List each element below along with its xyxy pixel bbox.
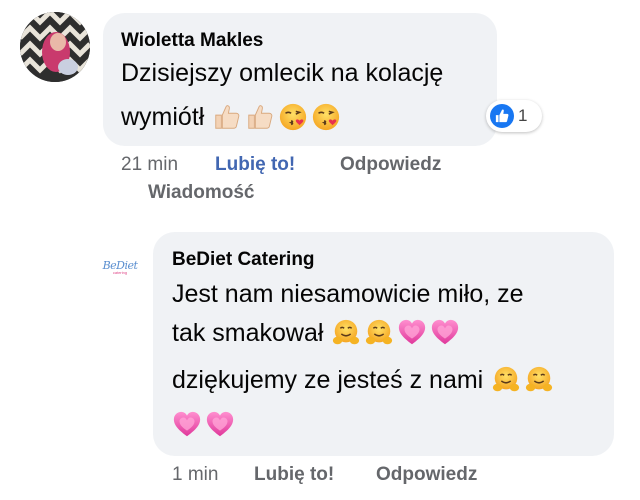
pink-heart-icon [172, 410, 202, 440]
kissing-face-heart-icon [311, 102, 341, 132]
reaction-badge[interactable]: 1 [486, 100, 542, 132]
page-avatar[interactable]: BeDiet catering [100, 255, 140, 279]
comment-text: tak smakował [172, 318, 324, 347]
comment-text-line: Dzisiejszy omlecik na kolację [121, 59, 444, 87]
pink-heart-icon [205, 410, 235, 440]
reply-link[interactable]: Odpowiedz [340, 154, 441, 176]
comment-author[interactable]: Wioletta Makles [121, 30, 263, 52]
comment-text: wymiótł [121, 102, 205, 131]
message-link[interactable]: Wiadomość [148, 182, 254, 204]
reply-link[interactable]: Odpowiedz [376, 464, 477, 486]
emoji-group [331, 318, 460, 348]
comment-text-line: tak smakował [172, 318, 460, 348]
like-link[interactable]: Lubię to! [215, 154, 295, 176]
comment-text-line: dziękujemy ze jesteś z nami [172, 365, 554, 395]
like-icon [490, 104, 514, 128]
thumbs-up-light-icon [245, 102, 275, 132]
kissing-face-heart-icon [278, 102, 308, 132]
comment-text-line: wymiótł [121, 102, 341, 132]
comment-timestamp[interactable]: 1 min [172, 464, 218, 486]
hugging-face-icon [364, 318, 394, 348]
bediet-logo-sub: catering [112, 270, 128, 275]
pink-heart-icon [397, 318, 427, 348]
avatar[interactable] [20, 12, 90, 82]
pink-heart-icon [430, 318, 460, 348]
hugging-face-icon [491, 365, 521, 395]
comment-text: dziękujemy ze jesteś z nami [172, 365, 484, 394]
thumbs-up-light-icon [212, 102, 242, 132]
comment-text-line [172, 410, 235, 440]
comment-timestamp[interactable]: 21 min [121, 154, 178, 176]
emoji-group [212, 102, 341, 132]
like-link[interactable]: Lubię to! [254, 464, 334, 486]
comment-text-line: Jest nam niesamowicie miło, ze [172, 280, 524, 308]
emoji-group [172, 410, 235, 440]
comment-author[interactable]: BeDiet Catering [172, 249, 315, 271]
hugging-face-icon [331, 318, 361, 348]
hugging-face-icon [524, 365, 554, 395]
emoji-group [491, 365, 554, 395]
reaction-count: 1 [518, 106, 528, 125]
